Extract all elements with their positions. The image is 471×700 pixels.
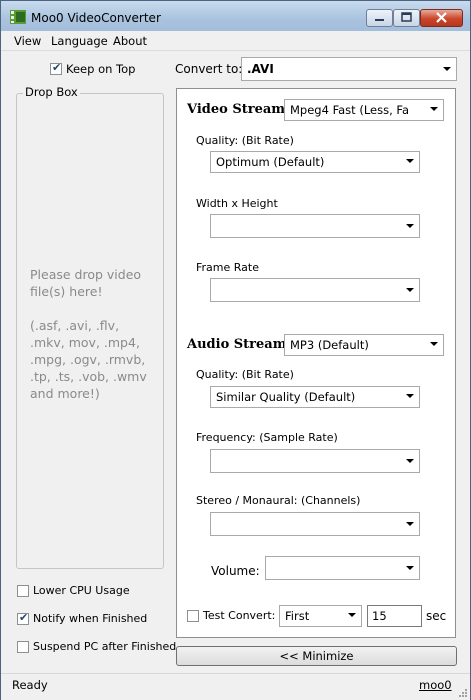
chevron-down-icon <box>406 159 414 163</box>
audio-quality-select[interactable]: Similar Quality (Default) <box>210 386 420 408</box>
lower-cpu-checkbox[interactable] <box>17 585 29 597</box>
menu-bar: View Language About <box>1 31 470 51</box>
status-bar: Ready moo0 <box>1 673 470 700</box>
video-quality-value: Optimum (Default) <box>216 155 325 169</box>
chevron-down-icon <box>430 107 438 111</box>
close-icon <box>436 12 447 23</box>
checkmark-icon: ✔ <box>19 611 29 624</box>
drop-box-instructions: Please drop video file(s) here! (.asf, .… <box>30 266 155 402</box>
convert-to-value: .AVI <box>247 62 274 76</box>
video-framerate-select[interactable] <box>210 278 420 302</box>
keep-on-top-label: Keep on Top <box>66 62 136 76</box>
menu-about[interactable]: About <box>113 34 147 48</box>
audio-frequency-label: Frequency: (Sample Rate) <box>196 431 338 444</box>
audio-quality-value: Similar Quality (Default) <box>216 390 356 404</box>
test-convert-label: Test Convert: <box>203 609 276 622</box>
app-window: Moo0 VideoConverter View Language About … <box>0 0 471 700</box>
maximize-icon <box>401 12 412 22</box>
video-quality-label: Quality: (Bit Rate) <box>196 134 294 147</box>
video-size-select[interactable] <box>210 214 420 238</box>
test-position-select[interactable]: First <box>279 605 362 627</box>
lower-cpu-label: Lower CPU Usage <box>33 584 130 597</box>
notify-label: Notify when Finished <box>33 612 148 625</box>
minimize-window-button[interactable] <box>366 9 393 27</box>
chevron-down-icon <box>348 613 356 617</box>
convert-to-label: Convert to: <box>175 62 243 76</box>
drop-box-title: Drop Box <box>23 85 80 99</box>
volume-label: Volume: <box>211 564 260 578</box>
test-convert-checkbox[interactable] <box>187 610 199 622</box>
audio-codec-select[interactable]: MP3 (Default) <box>284 334 444 356</box>
volume-select[interactable] <box>265 556 420 580</box>
keep-on-top-checkbox[interactable]: ✔ <box>50 61 62 75</box>
chevron-down-icon <box>406 394 414 398</box>
video-quality-select[interactable]: Optimum (Default) <box>210 151 420 173</box>
seconds-unit-label: sec <box>426 609 447 623</box>
resize-grip-icon[interactable] <box>458 688 468 698</box>
video-stream-title: Video Stream: <box>187 102 290 117</box>
status-text: Ready <box>12 678 48 692</box>
supported-formats: (.asf, .avi, .flv, .mkv, mov, .mp4, .mpg… <box>30 318 147 401</box>
convert-to-select[interactable]: .AVI <box>241 57 457 81</box>
window-title: Moo0 VideoConverter <box>31 11 161 25</box>
chevron-down-icon <box>406 459 414 463</box>
chevron-down-icon <box>406 522 414 526</box>
minimize-panel-button[interactable]: << Minimize <box>176 646 457 666</box>
audio-frequency-select[interactable] <box>210 449 420 473</box>
title-bar[interactable]: Moo0 VideoConverter <box>1 1 470 31</box>
suspend-checkbox[interactable] <box>17 641 29 653</box>
audio-channels-label: Stereo / Monaural: (Channels) <box>196 494 361 507</box>
drop-hint: Please drop video file(s) here! <box>30 267 142 299</box>
audio-codec-value: MP3 (Default) <box>290 338 369 352</box>
video-codec-select[interactable]: Mpeg4 Fast (Less, Fa <box>284 99 444 121</box>
checkmark-icon: ✔ <box>52 61 62 74</box>
close-window-button[interactable] <box>420 9 463 27</box>
notify-checkbox[interactable]: ✔ <box>17 611 29 625</box>
video-framerate-label: Frame Rate <box>196 261 259 274</box>
suspend-label: Suspend PC after Finished <box>33 640 177 653</box>
video-size-label: Width x Height <box>196 197 278 210</box>
chevron-down-icon <box>406 566 414 570</box>
audio-quality-label: Quality: (Bit Rate) <box>196 368 294 381</box>
test-position-value: First <box>285 609 310 623</box>
chevron-down-icon <box>430 342 438 346</box>
moo0-link[interactable]: moo0 <box>419 678 452 692</box>
menu-view[interactable]: View <box>14 34 41 48</box>
chevron-down-icon <box>443 67 451 71</box>
chevron-down-icon <box>406 288 414 292</box>
video-codec-value: Mpeg4 Fast (Less, Fa <box>290 103 409 117</box>
audio-stream-title: Audio Stream: <box>187 337 292 352</box>
app-icon <box>10 10 26 24</box>
minimize-icon <box>375 19 384 21</box>
audio-channels-select[interactable] <box>210 512 420 536</box>
chevron-down-icon <box>406 224 414 228</box>
maximize-window-button[interactable] <box>393 9 420 27</box>
test-seconds-value: 15 <box>372 609 387 623</box>
menu-language[interactable]: Language <box>51 34 108 48</box>
test-seconds-input[interactable]: 15 <box>367 605 422 627</box>
